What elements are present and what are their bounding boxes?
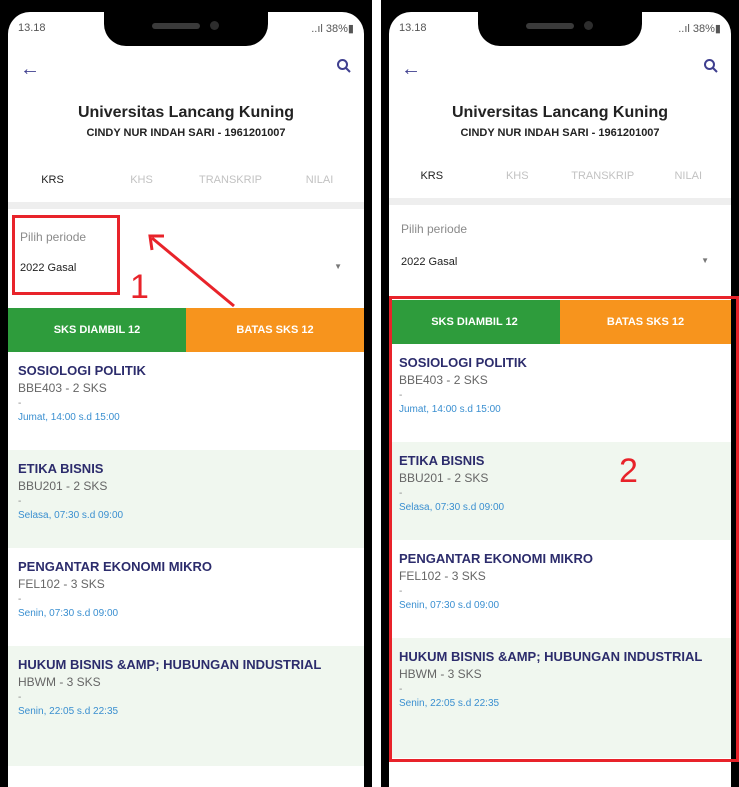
phone-screenshot-2: 13.18 ..ıl 38%▮ ← Universitas Lancang Ku… — [381, 0, 739, 787]
course-schedule: Selasa, 07:30 s.d 09:00 — [18, 510, 124, 521]
student-name: CINDY NUR INDAH SARI - 1961201007 — [460, 127, 660, 139]
course-schedule: Jumat, 14:00 s.d 15:00 — [18, 412, 120, 423]
status-signal-battery: ..ıl 38%▮ — [678, 23, 721, 35]
tab-transkrip[interactable]: TRANSKRIP — [186, 162, 275, 198]
tab-krs[interactable]: KRS — [389, 158, 475, 194]
course-code: FEL102 - 3 SKS — [18, 577, 105, 591]
course-code: BBU201 - 2 SKS — [18, 479, 108, 493]
search-icon[interactable] — [703, 58, 719, 79]
sks-taken-badge: SKS DIAMBIL 12 — [8, 308, 186, 352]
app-bar: ← — [8, 58, 364, 86]
annotation-label-1: 1 — [130, 268, 149, 306]
course-item[interactable]: SOSIOLOGI POLITIK BBE403 - 2 SKS - Jumat… — [8, 352, 364, 450]
app-bar: ← — [389, 58, 731, 86]
course-item[interactable]: ETIKA BISNIS BBU201 - 2 SKS - Selasa, 07… — [8, 450, 364, 548]
sks-summary: SKS DIAMBIL 12 BATAS SKS 12 — [8, 308, 364, 352]
status-time: 13.18 — [399, 22, 427, 34]
tab-khs[interactable]: KHS — [97, 162, 186, 198]
course-title: SOSIOLOGI POLITIK — [18, 363, 146, 378]
highlight-box-course-list — [389, 296, 739, 762]
course-title: PENGANTAR EKONOMI MIKRO — [18, 559, 213, 574]
search-icon[interactable] — [336, 58, 352, 79]
course-lecturer: - — [18, 692, 22, 703]
divider — [389, 198, 731, 205]
screen: 13.18 ..ıl 38%▮ ← Universitas Lancang Ku… — [8, 12, 364, 787]
tab-nilai[interactable]: NILAI — [646, 158, 732, 194]
course-code: HBWM - 3 SKS — [18, 675, 101, 689]
tab-khs[interactable]: KHS — [475, 158, 561, 194]
course-title: ETIKA BISNIS — [18, 461, 104, 476]
course-list: SOSIOLOGI POLITIK BBE403 - 2 SKS - Jumat… — [8, 352, 364, 766]
course-item[interactable]: HUKUM BISNIS &AMP; HUBUNGAN INDUSTRIAL H… — [8, 646, 364, 766]
course-lecturer: - — [18, 594, 22, 605]
course-lecturer: - — [18, 496, 22, 507]
status-time: 13.18 — [18, 22, 46, 34]
university-name: Universitas Lancang Kuning — [77, 104, 295, 121]
period-select[interactable]: 2022 Gasal — [401, 256, 457, 268]
highlight-box-period — [12, 215, 120, 295]
camera-notch — [104, 12, 268, 46]
arrow-left-icon[interactable]: ← — [401, 58, 421, 81]
student-name: CINDY NUR INDAH SARI - 1961201007 — [86, 127, 286, 139]
course-lecturer: - — [18, 398, 22, 409]
annotation-label-2: 2 — [619, 452, 638, 490]
course-title: HUKUM BISNIS &AMP; HUBUNGAN INDUSTRIAL — [18, 657, 322, 672]
caret-down-icon[interactable]: ▼ — [334, 262, 342, 271]
university-name: Universitas Lancang Kuning — [451, 104, 669, 121]
caret-down-icon[interactable]: ▼ — [701, 256, 709, 265]
course-schedule: Senin, 07:30 s.d 09:00 — [18, 608, 119, 619]
tab-bar: KRS KHS TRANSKRIP NILAI — [389, 158, 731, 194]
status-signal-battery: ..ıl 38%▮ — [311, 23, 354, 35]
course-schedule: Senin, 22:05 s.d 22:35 — [18, 706, 119, 717]
course-code: BBE403 - 2 SKS — [18, 381, 107, 395]
page-header: Universitas Lancang Kuning CINDY NUR IND… — [8, 104, 364, 139]
sks-limit-badge: BATAS SKS 12 — [186, 308, 364, 352]
annotation-arrow — [148, 234, 235, 308]
tab-bar: KRS KHS TRANSKRIP NILAI — [8, 162, 364, 198]
phone-screenshot-1: 13.18 ..ıl 38%▮ ← Universitas Lancang Ku… — [0, 0, 372, 787]
tab-krs[interactable]: KRS — [8, 162, 97, 198]
tab-nilai[interactable]: NILAI — [275, 162, 364, 198]
tab-transkrip[interactable]: TRANSKRIP — [560, 158, 646, 194]
period-label: Pilih periode — [401, 222, 468, 236]
divider — [8, 202, 364, 209]
course-item[interactable]: PENGANTAR EKONOMI MIKRO FEL102 - 3 SKS -… — [8, 548, 364, 646]
arrow-left-icon[interactable]: ← — [20, 58, 40, 81]
page-header: Universitas Lancang Kuning CINDY NUR IND… — [389, 104, 731, 139]
camera-notch — [478, 12, 642, 46]
